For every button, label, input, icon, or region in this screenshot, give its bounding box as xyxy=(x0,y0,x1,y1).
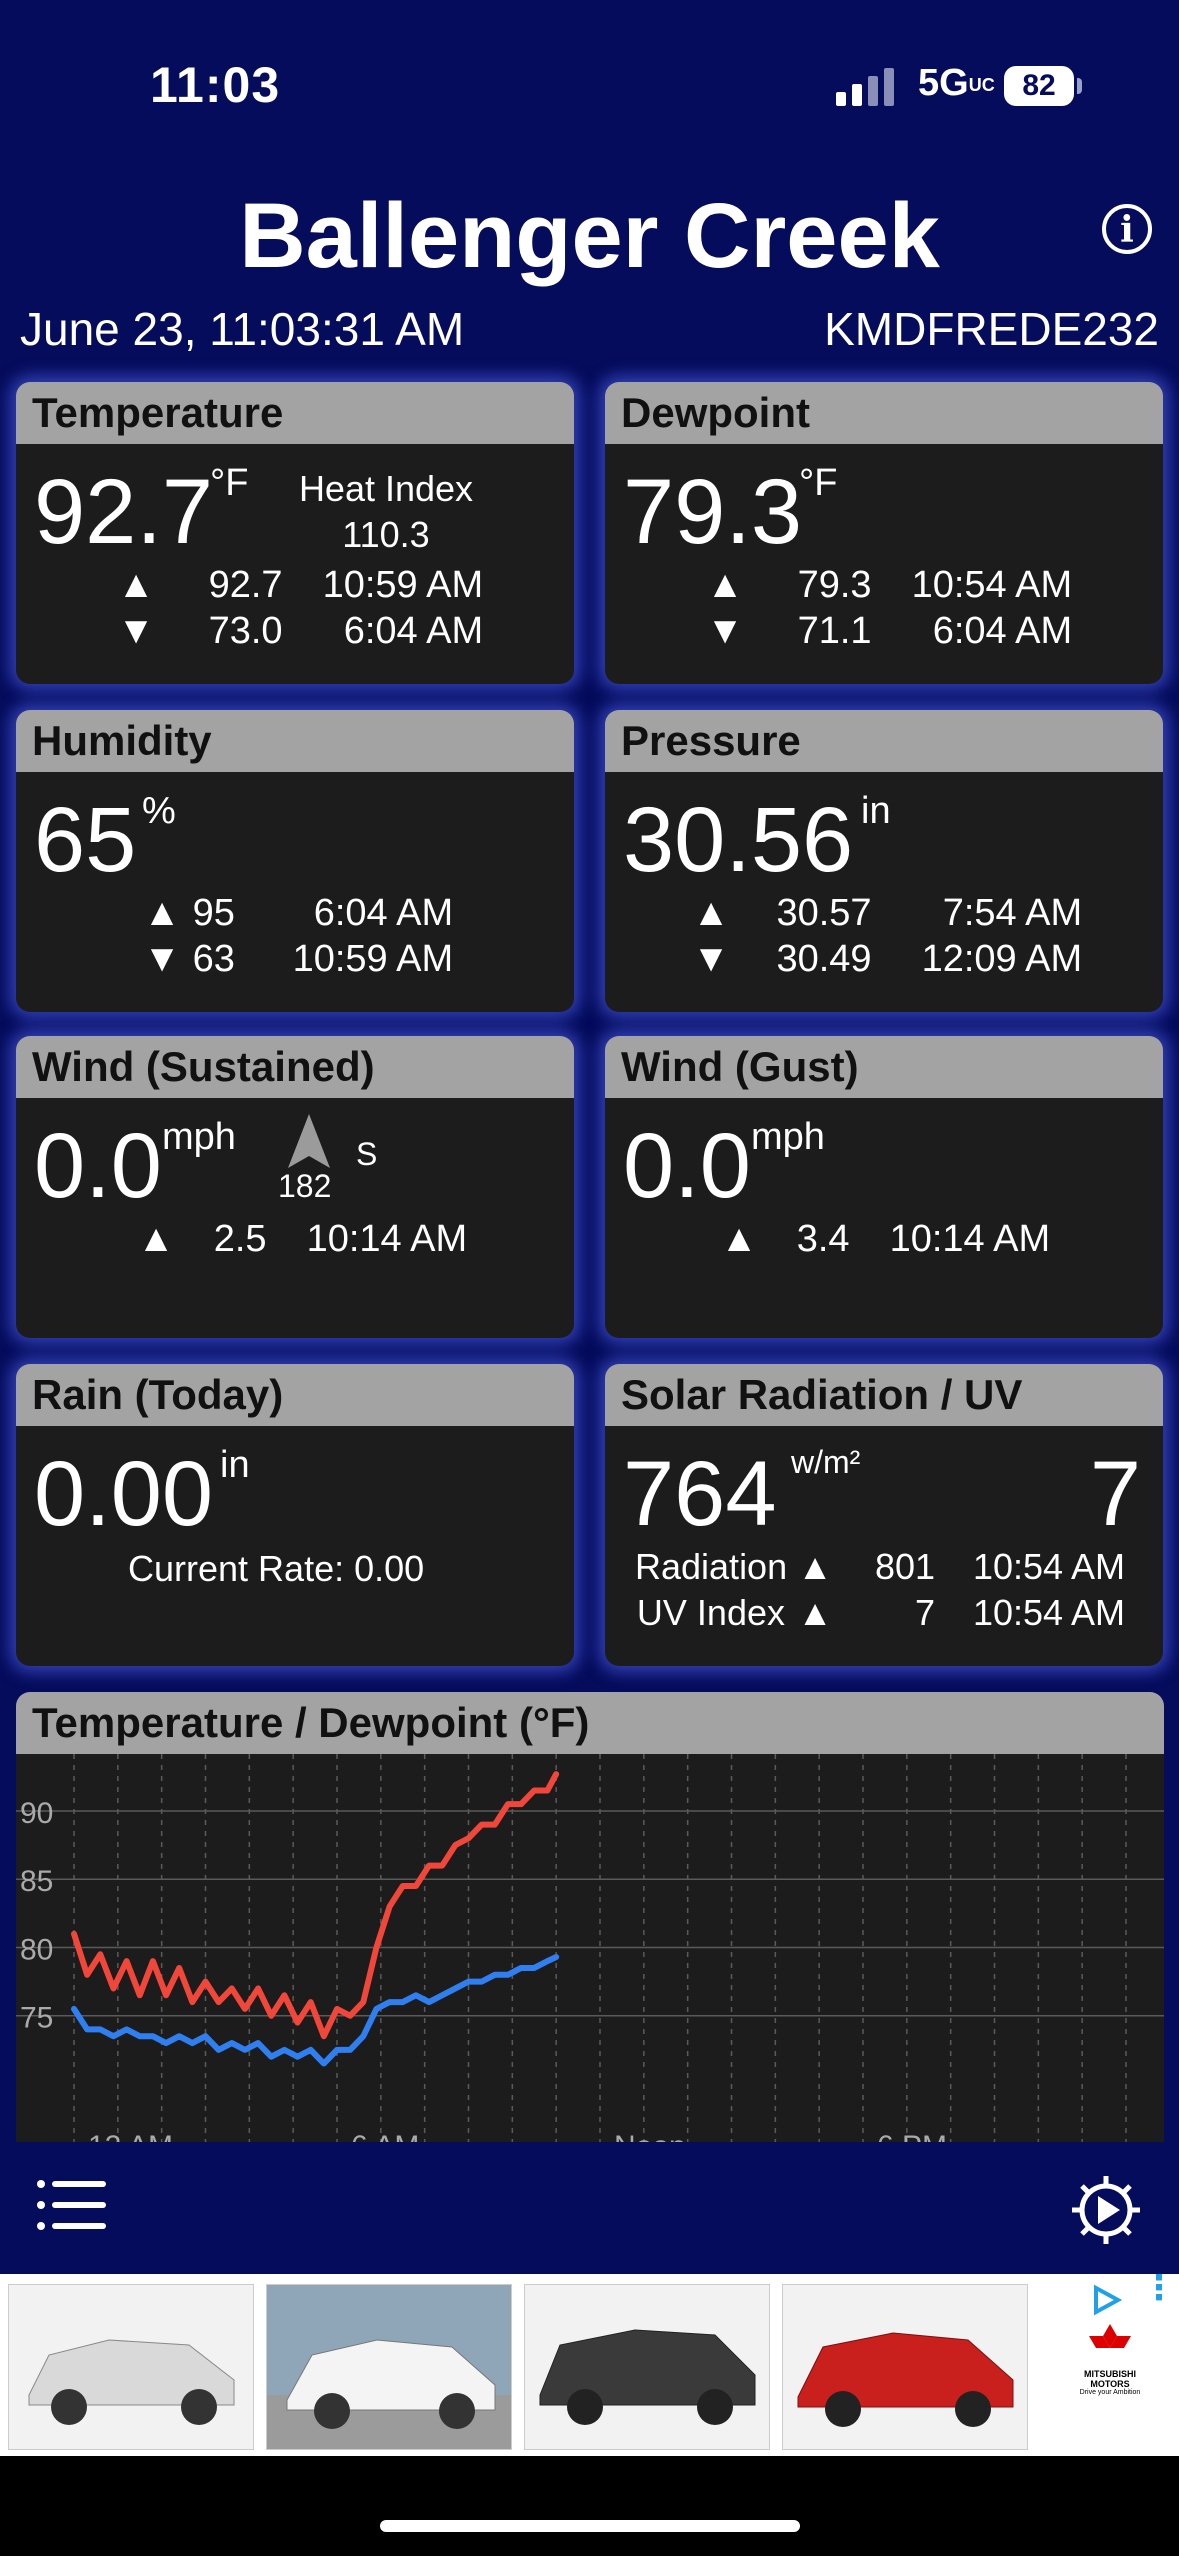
dewpoint-value: 79.3 xyxy=(623,461,803,563)
pressure-high: ▲ 30.57 7:54 AM xyxy=(692,892,1083,934)
temperature-card[interactable]: Temperature 92.7 °F Heat Index 110.3 ▲ 9… xyxy=(16,382,574,684)
menu-icon[interactable] xyxy=(36,2178,108,2232)
up-arrow-icon: ▲ xyxy=(797,1546,833,1587)
up-arrow-icon: ▲ xyxy=(137,1218,175,1260)
radiation-high: Radiation ▲ 801 10:54 AM xyxy=(635,1546,1126,1587)
ad-banner[interactable]: ⋮ MITSUBISHI MOTORS Drive your Ambition xyxy=(0,2271,1179,2456)
station-id: KMDFREDE232 xyxy=(824,303,1159,355)
pressure-low: ▼ 30.49 12:09 AM xyxy=(692,938,1083,980)
dewpoint-unit: °F xyxy=(799,462,838,504)
wind-gust-unit: mph xyxy=(751,1116,825,1158)
brand-logo: MITSUBISHI MOTORS Drive your Ambition xyxy=(1060,2324,1160,2396)
pressure-card[interactable]: Pressure 30.56 in ▲ 30.57 7:54 AM ▼ 30.4… xyxy=(605,710,1163,1012)
up-arrow-icon: ▲ xyxy=(720,1218,758,1260)
heat-index-value: 110.3 xyxy=(342,514,430,555)
temperature-value: 92.7 xyxy=(34,461,214,563)
chart-title: Temperature / Dewpoint (°F) xyxy=(16,1692,1164,1754)
down-arrow-icon: ▼ xyxy=(706,610,744,652)
card-title: Humidity xyxy=(16,710,574,772)
up-arrow-icon: ▲ xyxy=(143,892,181,934)
down-arrow-icon: ▼ xyxy=(117,610,155,652)
card-title: Wind (Sustained) xyxy=(16,1036,574,1098)
temperature-high: ▲ 92.7 10:59 AM xyxy=(117,564,484,606)
humidity-unit: % xyxy=(142,790,176,832)
up-arrow-icon: ▲ xyxy=(117,564,155,606)
gear-icon[interactable] xyxy=(1068,2172,1144,2248)
pressure-unit: in xyxy=(861,790,891,832)
ad-more-icon[interactable]: ⋮ xyxy=(1142,2271,1176,2305)
chart-y-tick-label: 80 xyxy=(20,1933,53,1966)
temperature-dewpoint-chart[interactable]: Temperature / Dewpoint (°F) 90 85 80 75 12 A… xyxy=(16,1692,1164,2142)
solar-value: 764 xyxy=(623,1443,777,1545)
chart-x-tick-label: 6 PM xyxy=(877,2130,947,2142)
dewpoint-low: ▼ 71.1 6:04 AM xyxy=(706,610,1073,652)
chart-y-tick-label: 75 xyxy=(20,2002,53,2035)
uv-high: UV Index ▲ 7 10:54 AM xyxy=(636,1592,1126,1633)
home-indicator[interactable] xyxy=(380,2520,800,2532)
wind-direction-degrees: 182 xyxy=(278,1168,332,1204)
card-title: Rain (Today) xyxy=(16,1364,574,1426)
wind-sustained-high: ▲ 2.5 10:14 AM xyxy=(137,1218,468,1260)
ad-car-image[interactable] xyxy=(782,2284,1028,2450)
rain-rate: Current Rate: 0.00 xyxy=(128,1548,425,1589)
humidity-value: 65 xyxy=(34,789,137,891)
up-arrow-icon: ▲ xyxy=(797,1592,833,1633)
battery-level: 82 xyxy=(1004,66,1074,106)
wind-gust-card[interactable]: Wind (Gust) 0.0 mph ▲ 3.4 10:14 AM xyxy=(605,1036,1163,1338)
dewpoint-high: ▲ 79.3 10:54 AM xyxy=(706,564,1073,606)
card-title: Pressure xyxy=(605,710,1163,772)
battery-icon: 82 xyxy=(1004,66,1084,106)
wind-gust-value: 0.0 xyxy=(623,1115,751,1217)
card-title: Solar Radiation / UV xyxy=(605,1364,1163,1426)
chart-x-tick-label: Noon xyxy=(614,2130,686,2142)
rain-value: 0.00 xyxy=(34,1443,214,1545)
down-arrow-icon: ▼ xyxy=(692,938,730,980)
dewpoint-card[interactable]: Dewpoint 79.3 °F ▲ 79.3 10:54 AM ▼ 71.1 … xyxy=(605,382,1163,684)
uv-value: 7 xyxy=(1089,1443,1141,1545)
ad-car-image[interactable] xyxy=(524,2284,770,2450)
pressure-value: 30.56 xyxy=(623,789,854,891)
rain-unit: in xyxy=(220,1444,250,1486)
chart-plot: 90 85 80 75 12 AM 6 AM Noon 6 PM xyxy=(16,1754,1164,2142)
humidity-card[interactable]: Humidity 65 % ▲ 95 6:04 AM ▼ 63 10:59 AM xyxy=(16,710,574,1012)
ad-car-image[interactable] xyxy=(266,2284,512,2450)
ad-choices-icon[interactable] xyxy=(1088,2282,1124,2318)
temperature-unit: °F xyxy=(210,462,249,504)
rain-card[interactable]: Rain (Today) 0.00 in Current Rate: 0.00 xyxy=(16,1364,574,1666)
card-title: Temperature xyxy=(16,382,574,444)
network-label: 5GUC xyxy=(918,62,995,104)
info-icon[interactable]: i xyxy=(1102,204,1152,254)
home-indicator-area xyxy=(0,2456,1179,2556)
wind-direction-label: S xyxy=(356,1136,378,1172)
page-title: Ballenger Creek xyxy=(239,185,940,287)
solar-uv-card[interactable]: Solar Radiation / UV 764 w/m² 7 Radiatio… xyxy=(605,1364,1163,1666)
wind-sustained-unit: mph xyxy=(162,1116,236,1158)
down-arrow-icon: ▼ xyxy=(143,938,181,980)
heat-index-label: Heat Index xyxy=(298,468,474,509)
solar-unit: w/m² xyxy=(791,1444,861,1480)
chart-y-tick-label: 90 xyxy=(20,1797,53,1830)
chart-y-tick-label: 85 xyxy=(20,1865,53,1898)
humidity-high: ▲ 95 6:04 AM xyxy=(143,892,454,934)
status-time: 11:03 xyxy=(150,57,281,113)
chart-x-tick-label: 6 AM xyxy=(351,2130,419,2142)
card-title: Dewpoint xyxy=(605,382,1163,444)
humidity-low: ▼ 63 10:59 AM xyxy=(143,938,454,980)
wind-sustained-card[interactable]: Wind (Sustained) 0.0 mph 182 S ▲ 2.5 10:… xyxy=(16,1036,574,1338)
ad-car-image[interactable] xyxy=(8,2284,254,2450)
up-arrow-icon: ▲ xyxy=(706,564,744,606)
temperature-series-line xyxy=(71,1771,560,2040)
card-title: Wind (Gust) xyxy=(605,1036,1163,1098)
current-datetime: June 23, 11:03:31 AM xyxy=(20,303,465,355)
wind-direction-arrow-icon xyxy=(288,1114,330,1168)
temperature-low: ▼ 73.0 6:04 AM xyxy=(117,610,484,652)
wind-sustained-value: 0.0 xyxy=(34,1115,162,1217)
chart-x-tick-label: 12 AM xyxy=(88,2130,173,2142)
cellular-signal-icon xyxy=(836,68,894,106)
wind-gust-high: ▲ 3.4 10:14 AM xyxy=(720,1218,1051,1260)
up-arrow-icon: ▲ xyxy=(692,892,730,934)
